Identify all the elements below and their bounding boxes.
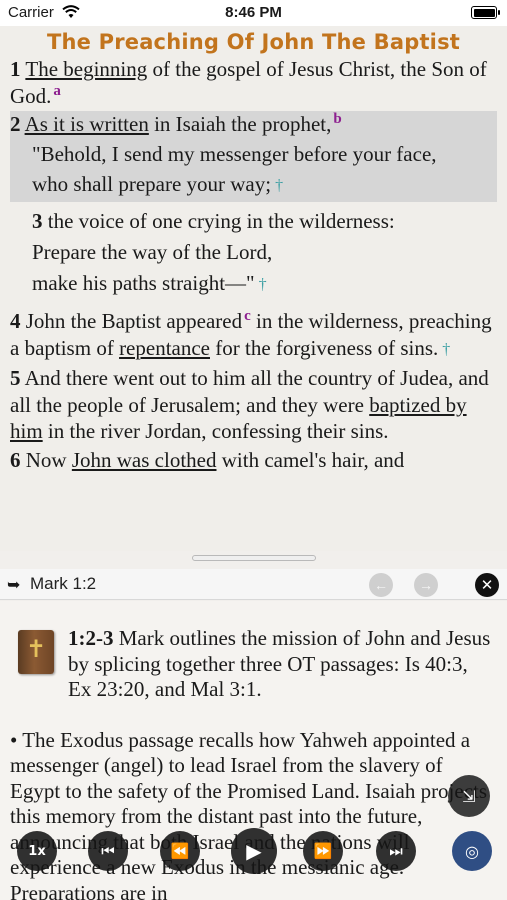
bible-book-icon: ✝ [18, 630, 54, 674]
poetry-line: make his paths straight—" [32, 270, 255, 295]
next-chapter-icon[interactable]: ⏭ [376, 831, 416, 871]
verse-1[interactable]: 1 The beginning of the gospel of Jesus C… [0, 56, 507, 109]
note-reference: 1:2-3 [68, 626, 114, 650]
playback-speed-button[interactable]: 1x [17, 831, 57, 871]
poetry-line: "Behold, I send my messenger before your… [32, 141, 437, 166]
footnote-marker[interactable]: b [333, 111, 341, 127]
verse-number: 5 [10, 366, 21, 390]
notes-reference[interactable]: Mark 1:2 [30, 574, 96, 594]
cross-reference-icon[interactable]: † [259, 276, 267, 293]
verse-text: with camel's hair, and [216, 447, 405, 472]
poetry-line: Prepare the way of the Lord, [32, 240, 273, 264]
note-paragraph: 1:2-3 Mark outlines the mission of John … [10, 626, 495, 703]
airplay-icon[interactable]: ◎ [452, 831, 492, 871]
verse-text: the voice of one crying in the wildernes… [42, 208, 395, 233]
cross-ref-link[interactable]: John was clothed [72, 448, 217, 472]
verse-2-highlighted[interactable]: 2 As it is written in Isaiah the prophet… [10, 111, 497, 202]
battery-icon [471, 6, 500, 19]
close-notes-button[interactable]: ✕ [475, 573, 499, 597]
arrow-left-icon: ← [374, 577, 388, 593]
verse-6[interactable]: 6 Now John was clothed with camel's hair… [0, 445, 507, 474]
verse-text: in the river Jordan, confessing their si… [42, 419, 389, 443]
split-drag-handle[interactable] [192, 555, 316, 561]
verse-text: for the forgiveness of sins. [210, 335, 439, 360]
verse-text: John the Baptist appeared [20, 309, 243, 333]
verse-5[interactable]: 5 And there went out to him all the coun… [0, 363, 507, 445]
previous-chapter-icon[interactable]: ⏮ [88, 831, 128, 871]
back-button[interactable]: ← [369, 573, 393, 597]
verse-text: Now [20, 447, 72, 472]
bible-text-pane[interactable]: The Preaching Of John The Baptist 1 The … [0, 26, 507, 551]
footnote-marker[interactable]: a [53, 83, 61, 99]
rewind-icon[interactable]: ⏪ [160, 831, 200, 871]
verse-number: 3 [32, 208, 43, 233]
footnote-marker[interactable]: c [244, 308, 251, 324]
cross-reference-icon[interactable]: † [275, 177, 283, 194]
verse-number: 4 [10, 309, 21, 333]
audio-player-controls: 1x ⏮ ⏪ ▶ ⏩ ⏭ ◎ [0, 825, 507, 877]
note-text: Mark outlines the mission of John and Je… [68, 626, 491, 701]
poetry-line: who shall prepare your way; [32, 172, 272, 196]
play-icon[interactable]: ▶ [231, 828, 277, 874]
cross-reference-icon[interactable]: † [442, 341, 450, 358]
arrow-right-icon: → [419, 577, 433, 593]
section-title: The Preaching Of John The Baptist [46, 30, 461, 54]
notes-header: ➥ Mark 1:2 ← → ✕ [0, 569, 507, 600]
reference-arrow-icon: ➥ [7, 577, 21, 594]
verse-4[interactable]: 4 John the Baptist appeared c in the wild… [0, 298, 507, 363]
cross-ref-link[interactable]: The beginning [25, 57, 147, 81]
status-bar: Carrier 8:46 PM [0, 0, 507, 26]
verse-3[interactable]: 3 the voice of one crying in the wildern… [0, 202, 507, 299]
fast-forward-icon[interactable]: ⏩ [303, 831, 343, 871]
cross-ref-link[interactable]: repentance [119, 336, 210, 360]
expand-icon[interactable]: ⇲ [448, 775, 490, 817]
cross-ref-link[interactable]: As it is written [25, 112, 149, 136]
status-time: 8:46 PM [225, 4, 282, 21]
verse-number: 1 [10, 57, 21, 81]
close-icon: ✕ [480, 577, 494, 594]
verse-number: 6 [10, 447, 21, 472]
verse-text: in Isaiah the prophet, [148, 112, 332, 136]
forward-button[interactable]: → [414, 573, 438, 597]
verse-number: 2 [10, 112, 21, 136]
